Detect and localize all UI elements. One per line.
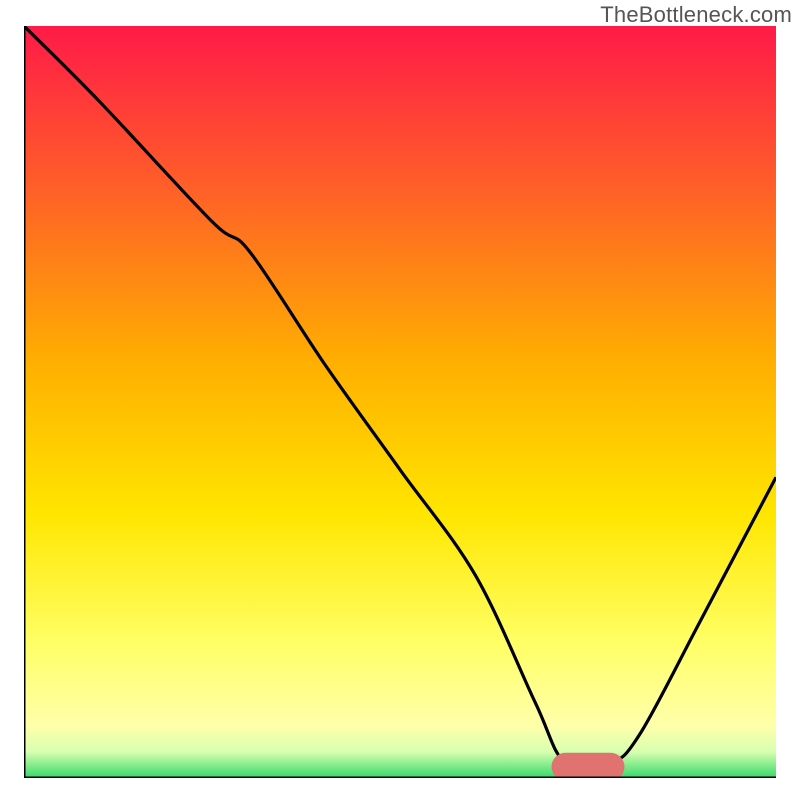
watermark-text: TheBottleneck.com (600, 2, 792, 28)
plot-area (24, 26, 776, 778)
gradient-background (24, 26, 776, 778)
chart-svg (24, 26, 776, 778)
chart-container: TheBottleneck.com (0, 0, 800, 800)
